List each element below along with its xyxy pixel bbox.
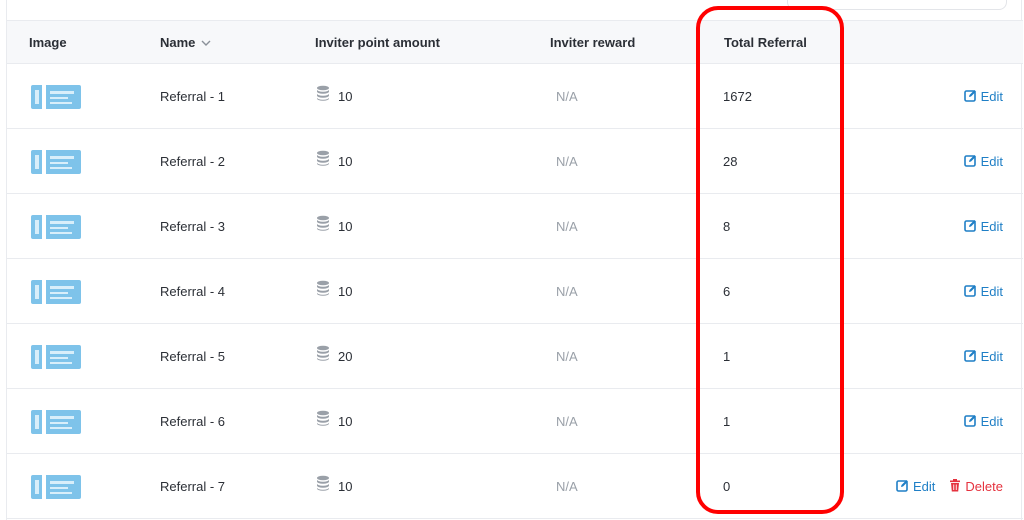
table-row: Referral - 4 10 N/A 6 Edit	[7, 259, 1023, 324]
points-cell: 10	[316, 64, 352, 129]
edit-button[interactable]: Edit	[963, 154, 1003, 170]
points-cell: 20	[316, 324, 352, 389]
coins-stack-icon	[316, 454, 330, 519]
coins-stack-icon	[316, 194, 330, 259]
row-actions: Edit	[963, 324, 1003, 389]
edit-label: Edit	[980, 284, 1003, 299]
table-row: Referral - 6 10 N/A 1 Edit	[7, 389, 1023, 454]
column-header-inviter-reward: Inviter reward	[550, 35, 636, 50]
coins-stack-icon	[316, 259, 330, 324]
row-actions: Edit	[963, 389, 1003, 454]
edit-button[interactable]: Edit	[963, 414, 1003, 430]
edit-button[interactable]: Edit	[963, 284, 1003, 300]
inviter-point-amount: 10	[338, 479, 353, 494]
coins-stack-icon	[316, 389, 330, 454]
points-cell: 10	[316, 389, 352, 454]
inviter-reward: N/A	[556, 349, 578, 364]
column-header-name-label: Name	[160, 35, 196, 50]
table-row: Referral - 2 10 N/A 28 Edit	[7, 129, 1023, 194]
inviter-reward: N/A	[556, 219, 578, 234]
coins-stack-icon	[316, 324, 330, 389]
inviter-point-amount: 10	[338, 154, 353, 169]
row-actions: Edit	[963, 194, 1003, 259]
ticket-icon	[30, 344, 82, 370]
inviter-point-amount: 10	[338, 284, 353, 299]
edit-label: Edit	[913, 479, 936, 494]
inviter-reward: N/A	[556, 154, 578, 169]
inviter-point-amount: 10	[338, 219, 353, 234]
points-cell: 10	[316, 129, 352, 194]
column-header-name-sortable[interactable]: Name	[160, 21, 211, 65]
column-header-inviter-point-amount: Inviter point amount	[315, 35, 440, 50]
row-actions: Edit	[963, 259, 1003, 324]
inviter-reward: N/A	[556, 479, 578, 494]
edit-icon	[963, 154, 977, 170]
edit-label: Edit	[980, 414, 1003, 429]
table-row: Referral - 5 20 N/A 1 Edit	[7, 324, 1023, 389]
ticket-icon	[30, 279, 82, 305]
inviter-point-amount: 20	[338, 349, 353, 364]
ticket-icon	[30, 409, 82, 435]
referral-table-panel: Image Name Inviter point amount Inviter …	[6, 0, 1023, 520]
total-referral: 6	[723, 284, 731, 299]
total-referral: 1	[723, 414, 731, 429]
row-actions: Edit Delete	[896, 454, 1003, 519]
inviter-reward: N/A	[556, 414, 578, 429]
points-cell: 10	[316, 194, 352, 259]
edit-icon	[963, 349, 977, 365]
edit-icon	[896, 479, 909, 495]
coins-stack-icon	[316, 64, 330, 129]
table-header: Image Name Inviter point amount Inviter …	[7, 20, 1023, 64]
edit-label: Edit	[980, 349, 1003, 364]
ticket-icon	[30, 149, 82, 175]
delete-button[interactable]: Delete	[949, 478, 1003, 495]
chevron-down-icon	[201, 20, 211, 64]
total-referral: 1672	[723, 89, 752, 104]
column-header-total-referral: Total Referral	[724, 35, 807, 50]
inviter-reward: N/A	[556, 284, 578, 299]
delete-label: Delete	[965, 479, 1003, 494]
referral-name: Referral - 5	[160, 349, 226, 364]
edit-icon	[963, 219, 977, 235]
total-referral: 8	[723, 219, 731, 234]
column-header-image: Image	[29, 35, 67, 50]
row-actions: Edit	[963, 64, 1003, 129]
referral-name: Referral - 6	[160, 414, 226, 429]
referral-name: Referral - 2	[160, 154, 226, 169]
edit-icon	[963, 284, 977, 300]
referral-name: Referral - 3	[160, 219, 226, 234]
total-referral: 28	[723, 154, 738, 169]
edit-button[interactable]: Edit	[963, 349, 1003, 365]
ticket-icon	[30, 84, 82, 110]
edit-label: Edit	[980, 154, 1003, 169]
referral-name: Referral - 7	[160, 479, 226, 494]
edit-button[interactable]: Edit	[963, 89, 1003, 105]
search-input[interactable]	[787, 0, 1007, 10]
coins-stack-icon	[316, 129, 330, 194]
ticket-icon	[30, 214, 82, 240]
edit-label: Edit	[980, 89, 1003, 104]
points-cell: 10	[316, 454, 352, 519]
total-referral: 0	[723, 479, 731, 494]
edit-label: Edit	[980, 219, 1003, 234]
table-row: Referral - 1 10 N/A 1672 Edit	[7, 64, 1023, 129]
inviter-reward: N/A	[556, 89, 578, 104]
total-referral: 1	[723, 349, 731, 364]
inviter-point-amount: 10	[338, 89, 353, 104]
edit-button[interactable]: Edit	[963, 219, 1003, 235]
table-row: Referral - 7 10 N/A 0 Edit Delete	[7, 454, 1023, 519]
ticket-icon	[30, 474, 82, 500]
trash-icon	[949, 478, 961, 495]
row-actions: Edit	[963, 129, 1003, 194]
edit-icon	[963, 414, 977, 430]
points-cell: 10	[316, 259, 352, 324]
table-row: Referral - 3 10 N/A 8 Edit	[7, 194, 1023, 259]
edit-button[interactable]: Edit	[896, 479, 935, 495]
referral-name: Referral - 4	[160, 284, 226, 299]
referral-name: Referral - 1	[160, 89, 226, 104]
inviter-point-amount: 10	[338, 414, 353, 429]
edit-icon	[963, 89, 977, 105]
